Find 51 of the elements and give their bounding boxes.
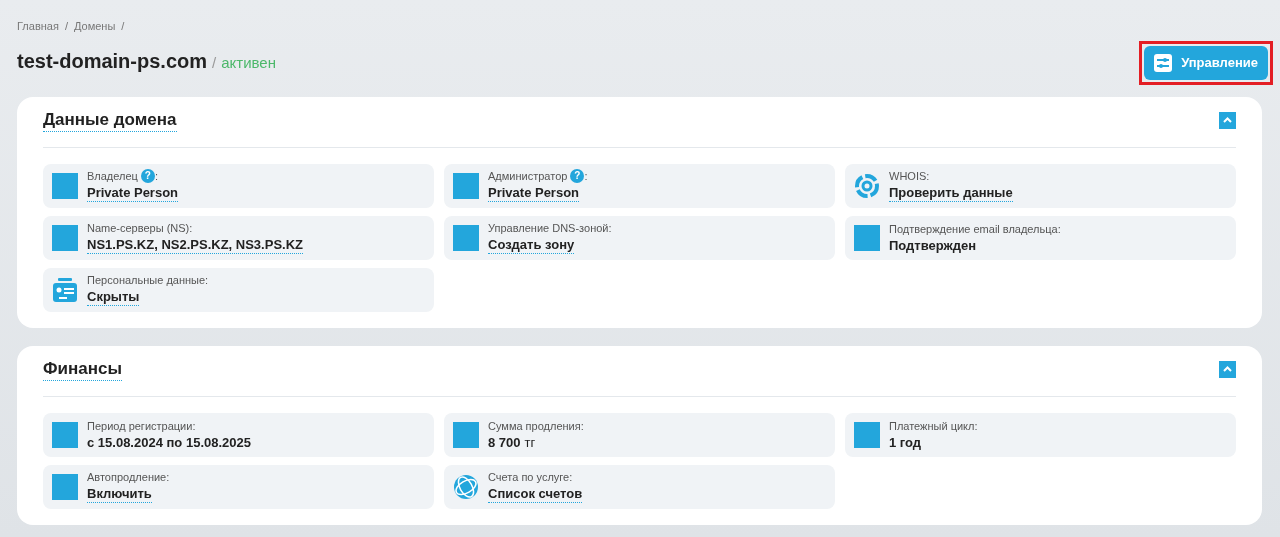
label-colon: : [154, 169, 158, 183]
value-link[interactable]: Проверить данные [889, 185, 1013, 202]
breadcrumb-link[interactable]: Домены [73, 18, 116, 35]
title-separator: / [212, 52, 217, 73]
field-label: Сумма продления: [488, 418, 584, 433]
field-value: с 15.08.2024 по 15.08.2025 [87, 434, 251, 451]
field-label: Name-серверы (NS): [87, 221, 193, 235]
value-link[interactable]: NS1.PS.KZ, NS2.PS.KZ, NS3.PS.KZ [87, 237, 303, 254]
field-value: Подтвержден [889, 237, 977, 254]
field-value: 8 700 [488, 434, 521, 451]
id-card-icon [52, 276, 78, 303]
field-value: 1 год [889, 434, 922, 451]
sliders-icon [1154, 53, 1173, 72]
field-label: Счета по услуге: [488, 470, 573, 484]
field-label: WHOIS: [889, 169, 930, 183]
collapse-button[interactable] [1219, 112, 1236, 129]
square-icon [52, 473, 78, 500]
value-link[interactable]: Скрыты [87, 289, 140, 306]
field-label: Персональные данные: [87, 273, 209, 287]
square-icon [854, 224, 880, 251]
field-label: Период регистрации: [87, 418, 196, 433]
field-label: Платежный цикл: [889, 418, 978, 433]
value-link[interactable]: Private Person [488, 185, 580, 202]
value-link[interactable]: Список счетов [488, 486, 583, 503]
breadcrumb-separator: / [121, 19, 125, 34]
square-icon [52, 421, 78, 448]
square-icon [453, 421, 479, 448]
field-label: Автопродление: [87, 470, 170, 484]
value-link[interactable]: Private Person [87, 185, 179, 202]
field-label: Управление DNS-зоной: [488, 221, 612, 235]
value-link[interactable]: Создать зону [488, 237, 575, 254]
field-label: Администратор [488, 169, 568, 183]
collapse-button[interactable] [1219, 361, 1236, 378]
domain-status: активен [221, 52, 276, 73]
breadcrumb-link[interactable]: Главная [17, 18, 59, 35]
field-label: Владелец [87, 169, 138, 183]
currency-unit: тг [524, 434, 536, 451]
value-link[interactable]: Включить [87, 486, 152, 503]
section-title[interactable]: Данные домена [43, 109, 177, 132]
section-title[interactable]: Финансы [43, 358, 122, 381]
square-icon [453, 172, 479, 199]
globe-icon [453, 473, 479, 500]
square-icon [453, 224, 479, 251]
breadcrumb-separator: / [64, 19, 68, 34]
square-icon [854, 421, 880, 448]
field-label: Подтверждение email владельца: [889, 221, 1061, 236]
target-icon [854, 172, 880, 199]
square-icon [52, 172, 78, 199]
domain-title: test-domain-ps.com [17, 48, 208, 74]
label-colon: : [584, 169, 588, 183]
square-icon [52, 224, 78, 251]
